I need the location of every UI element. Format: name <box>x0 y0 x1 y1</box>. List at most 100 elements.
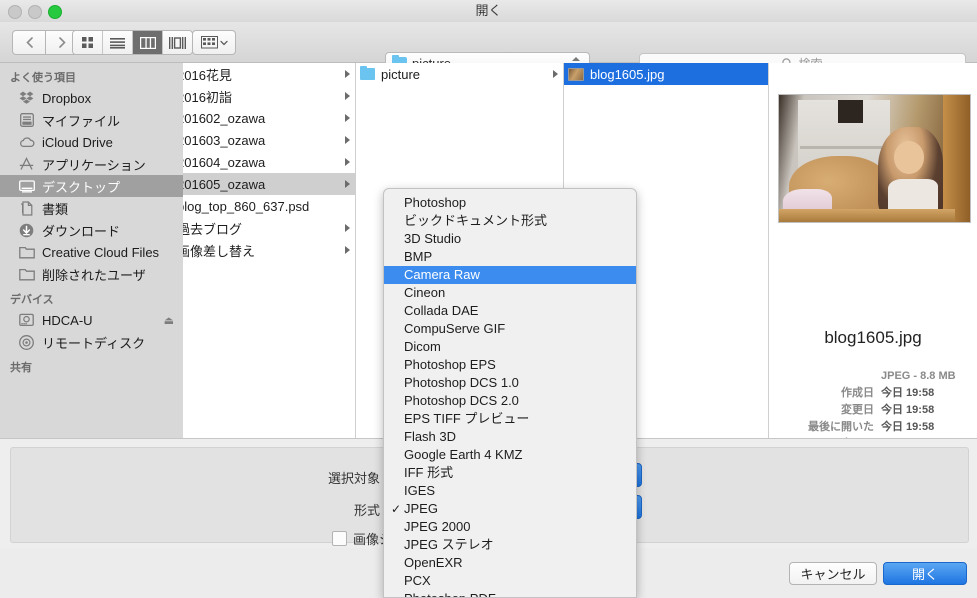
menu-item[interactable]: Flash 3D <box>384 428 636 446</box>
file-row[interactable]: 2016初詣 <box>183 85 355 107</box>
menu-item-label: Photoshop DCS 1.0 <box>404 375 519 390</box>
disclosure-arrow-icon[interactable] <box>553 70 558 78</box>
folder-icon <box>18 266 35 282</box>
grid-icon <box>82 37 93 48</box>
menu-item[interactable]: Camera Raw <box>384 266 636 284</box>
file-row-label: blog_top_860_637.psd <box>183 198 310 214</box>
chevron-left-icon <box>25 37 33 48</box>
menu-item[interactable]: IFF 形式 <box>384 464 636 482</box>
sidebar-item-デスクトップ[interactable]: デスクトップ <box>0 175 183 197</box>
cloud-icon <box>18 134 35 150</box>
harddisk-icon <box>18 312 35 328</box>
format-dropdown-menu[interactable]: Photoshop ビックドキュメント形式 3D Studio BMP Camera R… <box>383 188 637 598</box>
file-row[interactable]: 201604_ozawa <box>183 151 355 173</box>
sidebar-item-ダウンロード[interactable]: ダウンロード <box>0 219 183 241</box>
menu-item-label: JPEG ステレオ <box>404 537 494 552</box>
sidebar-item-Dropbox[interactable]: Dropbox <box>0 87 183 109</box>
menu-item[interactable]: PCX <box>384 572 636 590</box>
icon-view-button[interactable] <box>73 31 102 54</box>
disclosure-arrow-icon[interactable] <box>345 114 350 122</box>
menu-item[interactable]: JPEG 2000 <box>384 518 636 536</box>
menu-item[interactable]: Dicom <box>384 338 636 356</box>
window-title: 開く <box>475 3 502 18</box>
menu-item[interactable]: CompuServe GIF <box>384 320 636 338</box>
sidebar-item-HDCA-U[interactable]: HDCA-U ⏏ <box>0 309 183 331</box>
menu-item[interactable]: IGES <box>384 482 636 500</box>
gallery-view-button[interactable] <box>162 31 192 54</box>
cancel-button[interactable]: キャンセル <box>789 562 877 585</box>
sidebar-section-header: よく使う項目 <box>10 72 76 84</box>
file-row[interactable]: 画像差し替え <box>183 239 355 261</box>
menu-item[interactable]: Cineon <box>384 284 636 302</box>
disclosure-arrow-icon[interactable] <box>345 224 350 232</box>
disclosure-arrow-icon[interactable] <box>345 246 350 254</box>
menu-item[interactable]: JPEG ステレオ <box>384 536 636 554</box>
menu-item[interactable]: OpenEXR <box>384 554 636 572</box>
sidebar-item-label: マイファイル <box>42 113 121 129</box>
back-button[interactable] <box>12 30 46 55</box>
disclosure-arrow-icon[interactable] <box>345 70 350 78</box>
menu-item[interactable]: ビックドキュメント形式 <box>384 212 636 230</box>
action-grid-icon <box>200 36 218 49</box>
sidebar-section-header: 共有 <box>10 362 32 374</box>
eject-icon[interactable]: ⏏ <box>164 314 174 327</box>
disclosure-arrow-icon[interactable] <box>345 136 350 144</box>
menu-item[interactable]: Collada DAE <box>384 302 636 320</box>
sidebar-item-label: iCloud Drive <box>42 134 113 150</box>
applications-icon <box>18 156 35 172</box>
format-label: 形式 <box>353 503 380 518</box>
menu-item-label: JPEG 2000 <box>404 519 471 534</box>
menu-item[interactable]: Photoshop PDF <box>384 590 636 597</box>
file-row-label: 201604_ozawa <box>183 154 266 170</box>
action-menu-button[interactable] <box>192 30 236 55</box>
jpeg-thumb-icon <box>568 67 584 81</box>
file-row[interactable]: 201605_ozawa <box>183 173 355 195</box>
sidebar-item-label: Creative Cloud Files <box>42 244 160 260</box>
preview-metadata-row: JPEG - 8.8 MB <box>769 368 977 385</box>
file-row[interactable]: 201602_ozawa <box>183 107 355 129</box>
menu-item[interactable]: Photoshop DCS 2.0 <box>384 392 636 410</box>
file-row[interactable]: blog_top_860_637.psd <box>183 195 355 217</box>
sidebar-item-書類[interactable]: 書類 <box>0 197 183 219</box>
downloads-icon <box>18 222 35 238</box>
file-row[interactable]: 過去ブログ <box>183 217 355 239</box>
list-view-button[interactable] <box>102 31 132 54</box>
preview-metadata-key: 最後に開いた <box>808 421 874 433</box>
file-row-label: 過去ブログ <box>183 221 243 237</box>
menu-item[interactable]: EPS TIFF プレビュー <box>384 410 636 428</box>
sidebar-item-リモートディスク[interactable]: リモートディスク <box>0 331 183 353</box>
menu-item[interactable]: Google Earth 4 KMZ <box>384 446 636 464</box>
sidebar-item-Creative Cloud Files[interactable]: Creative Cloud Files <box>0 241 183 263</box>
menu-item[interactable]: Photoshop <box>384 194 636 212</box>
sidebar-item-アプリケーション[interactable]: アプリケーション <box>0 153 183 175</box>
file-column-first[interactable]: 2016花見 2016初詣 201602_ozawa 201603_ozawa 2016… <box>183 63 356 438</box>
sidebar-item-label: アプリケーション <box>42 157 146 173</box>
menu-item[interactable]: Photoshop DCS 1.0 <box>384 374 636 392</box>
file-row[interactable]: 2016花見 <box>183 63 355 85</box>
sidebar-item-削除されたユーザ[interactable]: 削除されたユーザ <box>0 263 183 285</box>
menu-item-label: Camera Raw <box>404 267 480 282</box>
menu-item[interactable]: Photoshop EPS <box>384 356 636 374</box>
file-row[interactable]: 201603_ozawa <box>183 129 355 151</box>
folder-icon <box>18 244 35 260</box>
column-view-button[interactable] <box>132 31 162 54</box>
sidebar-item-マイファイル[interactable]: マイファイル <box>0 109 183 131</box>
disclosure-arrow-icon[interactable] <box>345 180 350 188</box>
sidebar-item-label: ダウンロード <box>42 223 121 239</box>
menu-item[interactable]: 3D Studio <box>384 230 636 248</box>
file-row[interactable]: blog1605.jpg <box>564 63 768 85</box>
menu-item[interactable]: ✓ JPEG <box>384 500 636 518</box>
menu-item-label: IFF 形式 <box>404 465 454 480</box>
dropbox-icon <box>18 90 35 106</box>
preview-metadata-row: 作成日 今日 19:58 <box>769 385 977 402</box>
disclosure-arrow-icon[interactable] <box>345 158 350 166</box>
preview-thumbnail <box>778 94 971 223</box>
disclosure-arrow-icon[interactable] <box>345 92 350 100</box>
sidebar: よく使う項目 Dropbox マイファイル iCloud Drive アプリケーションデ… <box>0 63 183 438</box>
menu-item[interactable]: BMP <box>384 248 636 266</box>
checkbox-box <box>332 531 347 546</box>
open-button[interactable]: 開く <box>883 562 967 585</box>
sidebar-item-iCloud Drive[interactable]: iCloud Drive <box>0 131 183 153</box>
preview-metadata-key: 作成日 <box>841 387 874 399</box>
file-row[interactable]: picture <box>356 63 563 85</box>
